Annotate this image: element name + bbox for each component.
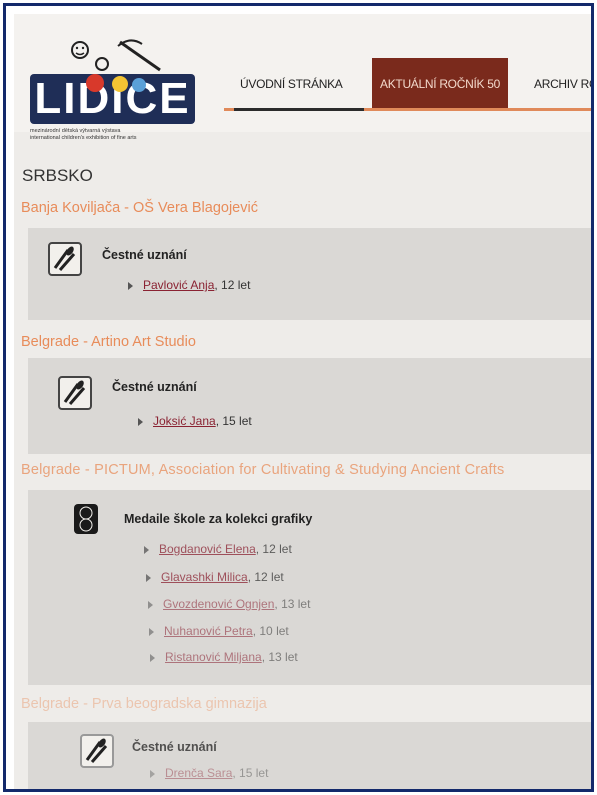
award-panel: Čestné uznání Joksić Jana, 15 let [28, 358, 591, 454]
logo-red-dot [86, 74, 104, 92]
list-item: Joksić Jana, 15 let [138, 414, 252, 428]
award-title: Medaile školе za kolekci grafiky [124, 512, 313, 526]
list-item: Nuhanović Petra, 10 let [149, 624, 289, 638]
brush-award-icon [58, 376, 92, 410]
student-link[interactable]: Drenča Sara [165, 766, 232, 780]
school-heading: Belgrade - PICTUM, Association for Culti… [21, 462, 505, 478]
school-heading: Belgrade - Prva beogradska gimnazija [21, 696, 267, 712]
student-link[interactable]: Nuhanović Petra [164, 624, 253, 638]
award-title: Čestné uznání [132, 740, 217, 754]
student-age: , 13 let [274, 597, 311, 611]
browser-viewport: LIDICE mezinárodní dětská výtvarná výsta… [14, 14, 591, 789]
award-panel: Čestné uznání Drenča Sara, 15 let [28, 722, 591, 789]
country-heading: SRBSKO [22, 166, 93, 185]
student-age: , 12 let [255, 542, 292, 556]
brush-award-icon [80, 734, 114, 768]
award-title: Čestné uznání [112, 380, 197, 394]
award-panel: Medaile školе za kolekci grafiky Bogdano… [28, 490, 591, 685]
student-age: , 13 let [261, 650, 298, 664]
school-heading: Belgrade - Artino Art Studio [21, 334, 196, 350]
student-link[interactable]: Gvozdenović Ognjen [163, 597, 274, 611]
site-logo[interactable]: LIDICE mezinárodní dětská výtvarná výsta… [24, 36, 214, 141]
main-nav: ÚVODNÍ STRÁNKA AKTUÁLNÍ ROČNÍK 50 ARCHIV… [224, 58, 591, 110]
nav-item-current-year[interactable]: AKTUÁLNÍ ROČNÍK 50 [372, 58, 508, 110]
nav-underline-dark [234, 108, 364, 111]
award-panel: Čestné uznání Pavlović Anja, 12 let [28, 228, 591, 320]
list-item: Gvozdenović Ognjen, 13 let [148, 597, 310, 611]
student-link[interactable]: Bogdanović Elena [159, 542, 256, 556]
bullet-triangle-icon [148, 600, 153, 609]
logo-subtitle-cz: mezinárodní dětská výtvarná výstava [30, 128, 121, 134]
student-link[interactable]: Ristanović Miljana [165, 650, 262, 664]
bullet-triangle-icon [146, 573, 151, 582]
student-link[interactable]: Joksić Jana [153, 414, 216, 428]
student-age: , 12 let [247, 570, 284, 584]
medal-award-icon [74, 504, 98, 534]
brush-award-icon [48, 242, 82, 276]
bullet-triangle-icon [150, 769, 155, 778]
student-link[interactable]: Glavashki Milica [161, 570, 248, 584]
bullet-triangle-icon [149, 627, 154, 636]
nav-item-home[interactable]: ÚVODNÍ STRÁNKA [240, 58, 343, 110]
children-drawing-icon [71, 39, 161, 72]
site-header: LIDICE mezinárodní dětská výtvarná výsta… [14, 14, 591, 141]
logo-subtitle: mezinárodní dětská výtvarná výstava inte… [30, 128, 220, 142]
school-heading: Banja Koviljača - OŠ Vera Blagojević [21, 200, 258, 216]
list-item: Drenča Sara, 15 let [150, 766, 268, 780]
logo-yellow-dot [112, 76, 128, 92]
list-item: Bogdanović Elena, 12 let [144, 542, 292, 556]
list-item: Ristanović Miljana, 13 let [150, 650, 298, 664]
student-age: , 15 let [215, 414, 252, 428]
bullet-triangle-icon [144, 545, 149, 554]
award-title: Čestné uznání [102, 248, 187, 262]
logo-blue-dot [132, 78, 146, 92]
logo-subtitle-en: international children's exhibition of f… [30, 135, 137, 141]
student-link[interactable]: Pavlović Anja [143, 278, 214, 292]
list-item: Pavlović Anja, 12 let [128, 278, 250, 292]
bullet-triangle-icon [150, 653, 155, 662]
nav-item-archive[interactable]: ARCHIV RO [534, 58, 591, 110]
student-age: , 10 let [252, 624, 289, 638]
student-age: , 15 let [232, 766, 269, 780]
bullet-triangle-icon [138, 417, 143, 426]
photo-frame: LIDICE mezinárodní dětská výtvarná výsta… [3, 3, 594, 792]
bullet-triangle-icon [128, 281, 133, 290]
student-age: , 12 let [214, 278, 251, 292]
list-item: Glavashki Milica, 12 let [146, 570, 284, 584]
